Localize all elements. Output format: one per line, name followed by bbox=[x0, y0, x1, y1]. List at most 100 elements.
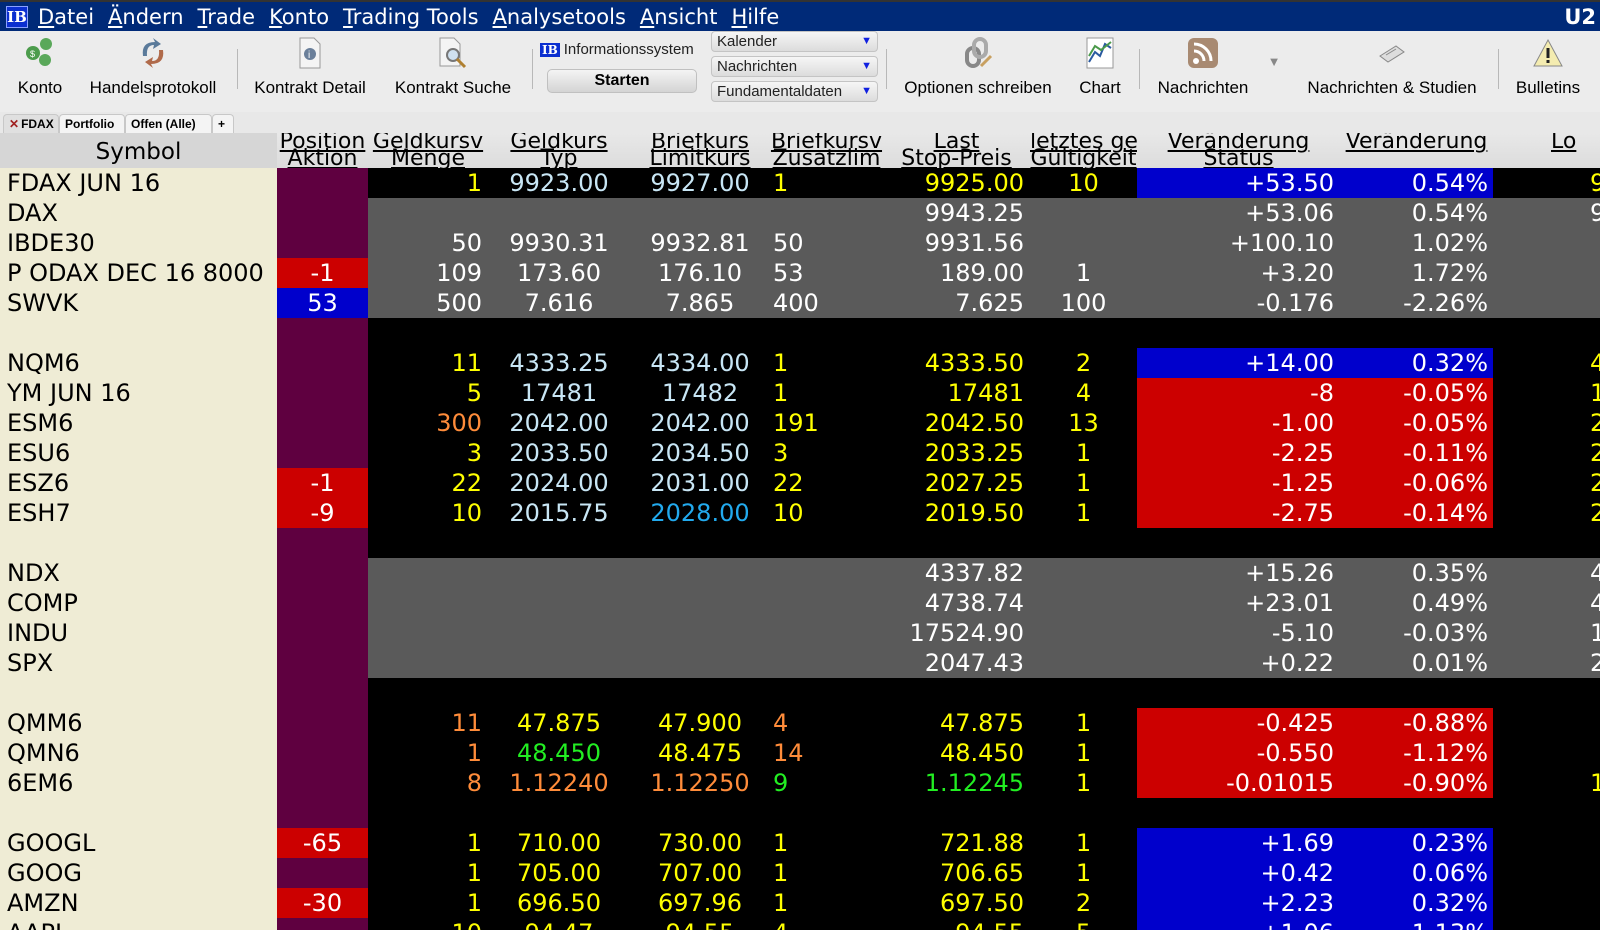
last-cell[interactable]: 4738.74 bbox=[883, 588, 1030, 618]
bid-cell[interactable] bbox=[488, 588, 630, 618]
change-cell[interactable]: +2.23 bbox=[1137, 888, 1340, 918]
position-cell[interactable]: -1 bbox=[277, 258, 368, 288]
ask-cell[interactable]: 2042.00 bbox=[630, 408, 770, 438]
last-cell[interactable]: 9943.25 bbox=[883, 198, 1030, 228]
last-cell[interactable]: 697.50 bbox=[883, 888, 1030, 918]
lo-cell[interactable]: 2 bbox=[1493, 498, 1600, 528]
symbol-cell[interactable]: FDAX JUN 16 bbox=[0, 168, 277, 198]
position-cell[interactable]: -65 bbox=[277, 828, 368, 858]
pct-cell[interactable]: 1.02% bbox=[1340, 228, 1493, 258]
change-cell[interactable]: +23.01 bbox=[1137, 588, 1340, 618]
change-cell[interactable]: -0.01015 bbox=[1137, 768, 1340, 798]
position-cell[interactable] bbox=[277, 558, 368, 588]
valid-cell[interactable]: 2 bbox=[1030, 348, 1137, 378]
ask-size-cell[interactable]: 1 bbox=[770, 378, 883, 408]
pct-cell[interactable]: -0.14% bbox=[1340, 498, 1493, 528]
lo-cell[interactable]: 17 bbox=[1493, 618, 1600, 648]
symbol-cell[interactable]: AMZN bbox=[0, 888, 277, 918]
ask-cell[interactable]: 48.475 bbox=[630, 738, 770, 768]
lo-cell[interactable]: 9 bbox=[1493, 198, 1600, 228]
ask-size-cell[interactable]: 3 bbox=[770, 438, 883, 468]
bid-cell[interactable]: 710.00 bbox=[488, 828, 630, 858]
menge-cell[interactable]: 8 bbox=[368, 768, 488, 798]
last-cell[interactable]: 189.00 bbox=[883, 258, 1030, 288]
change-cell[interactable]: +15.26 bbox=[1137, 558, 1340, 588]
lo-cell[interactable]: 2 bbox=[1493, 468, 1600, 498]
last-cell[interactable]: 9931.56 bbox=[883, 228, 1030, 258]
last-cell[interactable]: 2027.25 bbox=[883, 468, 1030, 498]
column-header-menge[interactable]: Geldkursv Menge bbox=[368, 133, 488, 168]
ask-cell[interactable] bbox=[630, 588, 770, 618]
ask-cell[interactable]: 697.96 bbox=[630, 888, 770, 918]
position-cell[interactable] bbox=[277, 648, 368, 678]
bid-cell[interactable] bbox=[488, 648, 630, 678]
pct-cell[interactable]: -0.11% bbox=[1340, 438, 1493, 468]
ask-size-cell[interactable]: 1 bbox=[770, 858, 883, 888]
symbol-cell[interactable]: NDX bbox=[0, 558, 277, 588]
tab-portfolio[interactable]: Portfolio bbox=[59, 114, 125, 133]
bid-cell[interactable]: 2042.00 bbox=[488, 408, 630, 438]
lo-cell[interactable]: 4 bbox=[1493, 348, 1600, 378]
pct-cell[interactable]: 0.23% bbox=[1340, 828, 1493, 858]
bid-cell[interactable]: 9930.31 bbox=[488, 228, 630, 258]
column-header-pct[interactable]: Veränderung bbox=[1340, 133, 1493, 168]
ask-size-cell[interactable] bbox=[770, 198, 883, 228]
symbol-cell[interactable]: ESM6 bbox=[0, 408, 277, 438]
menge-cell[interactable]: 300 bbox=[368, 408, 488, 438]
last-cell[interactable]: 4337.82 bbox=[883, 558, 1030, 588]
change-cell[interactable]: -0.550 bbox=[1137, 738, 1340, 768]
table-row[interactable]: SPX 2047.43 +0.22 0.01% 2 bbox=[0, 648, 1600, 678]
lo-cell[interactable] bbox=[1493, 228, 1600, 258]
ask-cell[interactable]: 730.00 bbox=[630, 828, 770, 858]
pct-cell[interactable]: 0.01% bbox=[1340, 648, 1493, 678]
fundamentaldaten-dropdown[interactable]: Fundamentaldaten ▼ bbox=[711, 81, 878, 102]
table-row[interactable]: INDU 17524.90 -5.10-0.03%17 bbox=[0, 618, 1600, 648]
bid-cell[interactable]: 48.450 bbox=[488, 738, 630, 768]
lo-cell[interactable] bbox=[1493, 828, 1600, 858]
valid-cell[interactable]: 1 bbox=[1030, 738, 1137, 768]
last-cell[interactable]: 2042.50 bbox=[883, 408, 1030, 438]
lo-cell[interactable]: 9 bbox=[1493, 168, 1600, 198]
lo-cell[interactable]: 1 bbox=[1493, 378, 1600, 408]
pct-cell[interactable]: -1.12% bbox=[1340, 738, 1493, 768]
pct-cell[interactable]: -0.03% bbox=[1340, 618, 1493, 648]
menge-cell[interactable]: 5 bbox=[368, 378, 488, 408]
valid-cell[interactable]: 1 bbox=[1030, 828, 1137, 858]
symbol-cell[interactable]: SPX bbox=[0, 648, 277, 678]
menu-hilfe[interactable]: Hilfe bbox=[731, 5, 779, 29]
last-cell[interactable]: 4333.50 bbox=[883, 348, 1030, 378]
valid-cell[interactable] bbox=[1030, 198, 1137, 228]
kontrakt-suche-button[interactable]: Kontrakt Suche bbox=[390, 31, 516, 112]
lo-cell[interactable]: 1 bbox=[1493, 768, 1600, 798]
symbol-cell[interactable]: IBDE30 bbox=[0, 228, 277, 258]
table-row[interactable]: NQM6 11 4333.25 4334.00 1 4333.50 2 +14.00 0.32%… bbox=[0, 348, 1600, 378]
bid-cell[interactable]: 4333.25 bbox=[488, 348, 630, 378]
symbol-cell[interactable]: DAX bbox=[0, 198, 277, 228]
bid-cell[interactable]: 9923.00 bbox=[488, 168, 630, 198]
valid-cell[interactable]: 1 bbox=[1030, 768, 1137, 798]
last-cell[interactable]: 9925.00 bbox=[883, 168, 1030, 198]
bid-cell[interactable]: 2015.75 bbox=[488, 498, 630, 528]
ask-cell[interactable]: 2028.00 bbox=[630, 498, 770, 528]
change-cell[interactable]: -0.176 bbox=[1137, 288, 1340, 318]
table-row[interactable]: P ODAX DEC 16 8000 -1 109 173.60 176.10 53 189… bbox=[0, 258, 1600, 288]
menge-cell[interactable]: 11 bbox=[368, 348, 488, 378]
column-header-lo[interactable]: Lo bbox=[1493, 133, 1600, 168]
symbol-cell[interactable]: P ODAX DEC 16 8000 bbox=[0, 258, 277, 288]
table-row[interactable]: DAX 9943.25 +53.06 0.54% 9 bbox=[0, 198, 1600, 228]
ask-cell[interactable] bbox=[630, 618, 770, 648]
symbol-cell[interactable]: 6EM6 bbox=[0, 768, 277, 798]
valid-cell[interactable] bbox=[1030, 618, 1137, 648]
last-cell[interactable]: 2019.50 bbox=[883, 498, 1030, 528]
column-header-valid[interactable]: letztes ge Gültigkeit bbox=[1030, 133, 1137, 168]
valid-cell[interactable]: 1 bbox=[1030, 258, 1137, 288]
lo-cell[interactable]: 2 bbox=[1493, 408, 1600, 438]
kalender-dropdown[interactable]: Kalender ▼ bbox=[711, 31, 878, 52]
menu-datei[interactable]: Datei bbox=[38, 5, 94, 29]
last-cell[interactable]: 2033.25 bbox=[883, 438, 1030, 468]
change-cell[interactable]: +100.10 bbox=[1137, 228, 1340, 258]
ask-size-cell[interactable] bbox=[770, 648, 883, 678]
last-cell[interactable]: 17481 bbox=[883, 378, 1030, 408]
last-cell[interactable]: 1.12245 bbox=[883, 768, 1030, 798]
bid-cell[interactable]: 94.47 bbox=[488, 918, 630, 930]
